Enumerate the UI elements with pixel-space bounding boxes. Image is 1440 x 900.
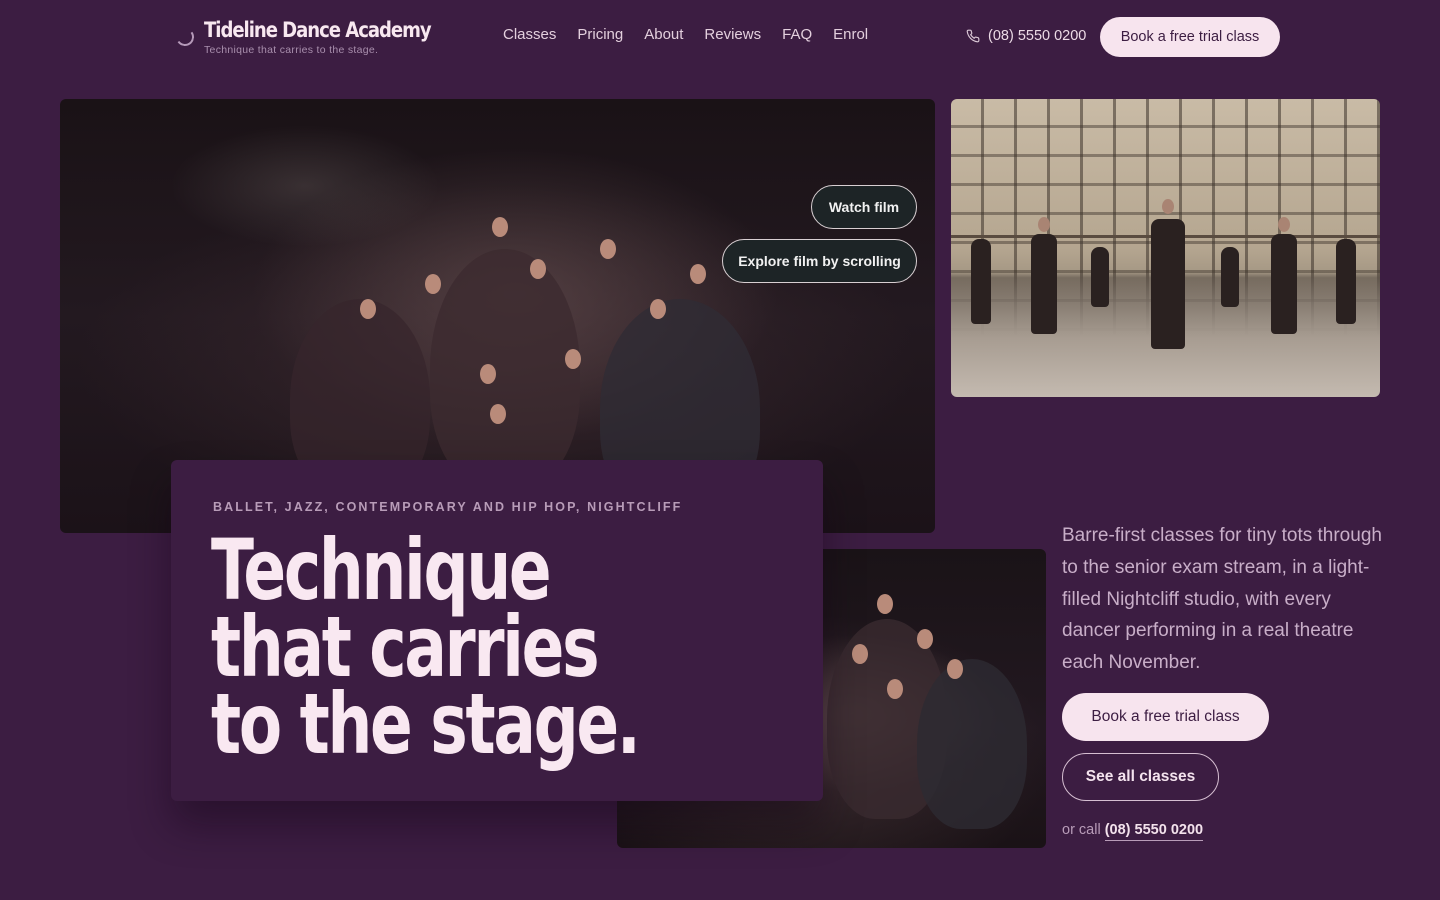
main-nav: Classes Pricing About Reviews FAQ Enrol: [503, 26, 868, 43]
header-phone-link[interactable]: (08) 5550 0200: [966, 28, 1086, 44]
call-prefix: or call: [1062, 822, 1101, 838]
dancer-figure: [430, 249, 580, 489]
brand-name: Tideline Dance Academy: [204, 18, 432, 42]
dancer-head: [530, 259, 546, 279]
dancer-head: [690, 264, 706, 284]
studio-dancer-figure: [1031, 234, 1057, 334]
eyebrow-text: BALLET, JAZZ, CONTEMPORARY AND HIP HOP, …: [213, 500, 683, 514]
header-phone-number: (08) 5550 0200: [988, 28, 1087, 44]
dancer-head: [492, 217, 508, 237]
dancer-head: [360, 299, 376, 319]
studio-dancer-figure: [1271, 234, 1297, 334]
studio-dancer-figure: [971, 239, 991, 324]
dancer-figure: [917, 659, 1027, 829]
dancer-head: [947, 659, 963, 679]
dancer-head: [425, 274, 441, 294]
brand-tagline: Technique that carries to the stage.: [204, 44, 379, 56]
dancer-head: [852, 644, 868, 664]
nav-item-faq[interactable]: FAQ: [782, 26, 812, 43]
dancer-head: [490, 404, 506, 424]
dancer-head: [600, 239, 616, 259]
headline-line-3: to the stage.: [211, 675, 641, 773]
call-line: or call (08) 5550 0200: [1062, 822, 1204, 841]
logo-text: Tideline Dance Academy Technique that ca…: [204, 16, 468, 56]
studio-dancer-figure: [1336, 239, 1356, 324]
studio-dancer-figure: [1151, 219, 1185, 349]
site-logo[interactable]: Tideline Dance Academy Technique that ca…: [172, 16, 468, 56]
dancer-head: [565, 349, 581, 369]
dancer-head: [917, 629, 933, 649]
nav-item-pricing[interactable]: Pricing: [577, 26, 623, 43]
intro-paragraph: Barre-first classes for tiny tots throug…: [1062, 525, 1382, 674]
call-phone-link[interactable]: (08) 5550 0200: [1104, 822, 1204, 841]
studio-barre-image: [951, 99, 1380, 397]
studio-dancer-head: [1162, 199, 1174, 214]
crescent-logo-icon: [172, 16, 194, 50]
nav-item-reviews[interactable]: Reviews: [704, 26, 761, 43]
see-all-classes-button[interactable]: See all classes: [1062, 753, 1219, 801]
nav-item-classes[interactable]: Classes: [503, 26, 556, 43]
phone-icon: [966, 29, 980, 43]
dancer-head: [887, 679, 903, 699]
studio-dancer-head: [1038, 217, 1050, 232]
studio-dancer-figure: [1091, 247, 1109, 307]
dancer-head: [877, 594, 893, 614]
book-trial-button[interactable]: Book a free trial class: [1062, 693, 1269, 741]
dancer-head: [650, 299, 666, 319]
headline-card: BALLET, JAZZ, CONTEMPORARY AND HIP HOP, …: [171, 460, 823, 801]
header-book-trial-button[interactable]: Book a free trial class: [1100, 17, 1280, 57]
watch-film-button[interactable]: Watch film: [811, 185, 917, 229]
page-headline: Technique that carries to the stage.: [211, 528, 781, 773]
studio-dancer-figure: [1221, 247, 1239, 307]
nav-item-enrol[interactable]: Enrol: [833, 26, 868, 43]
dancer-head: [480, 364, 496, 384]
explore-film-button[interactable]: Explore film by scrolling: [722, 239, 917, 283]
studio-dancer-head: [1278, 217, 1290, 232]
nav-item-about[interactable]: About: [644, 26, 683, 43]
